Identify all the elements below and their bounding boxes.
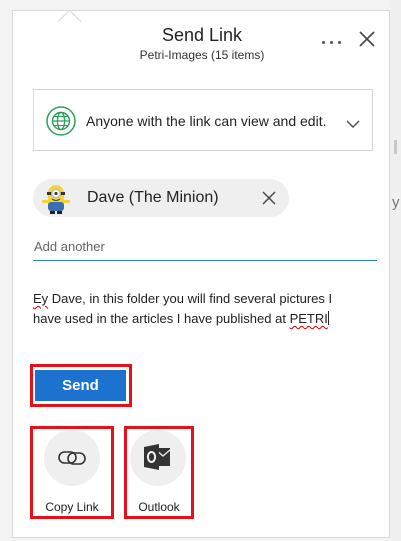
minion-avatar: [39, 181, 73, 215]
close-icon[interactable]: [357, 29, 377, 49]
link-icon: [58, 451, 86, 465]
globe-icon: [46, 106, 76, 136]
send-button[interactable]: Send: [35, 370, 126, 401]
message-misspelled-word: Ey: [33, 291, 49, 306]
recipient-chip[interactable]: Dave (The Minion): [33, 179, 289, 217]
text-cursor: [327, 311, 329, 325]
background-page-edge: y: [390, 0, 401, 541]
message-field[interactable]: Ey Dave, in this folder you will find se…: [33, 289, 373, 333]
outlook-button[interactable]: [130, 430, 186, 486]
message-misspelled-word: PETRI: [289, 311, 328, 326]
message-text: Dave, in this folder you will find sever…: [48, 291, 333, 306]
permission-text: Anyone with the link can view and edit.: [86, 113, 327, 129]
add-recipient-input[interactable]: [33, 233, 377, 261]
copy-link-button[interactable]: [44, 430, 100, 486]
outlook-icon: [144, 444, 171, 470]
send-link-dialog: Send Link Petri-Images (15 items) Anyone…: [12, 9, 390, 538]
message-text: have used in the articles I have publish…: [33, 311, 290, 326]
outlook-label: Outlook: [138, 500, 180, 514]
chevron-down-icon: [346, 116, 360, 129]
copy-link-label: Copy Link: [45, 500, 99, 514]
remove-recipient-icon[interactable]: [261, 190, 277, 206]
more-options-icon[interactable]: [321, 33, 343, 51]
link-permission-dropdown[interactable]: Anyone with the link can view and edit.: [33, 89, 373, 151]
recipient-name: Dave (The Minion): [87, 189, 219, 206]
